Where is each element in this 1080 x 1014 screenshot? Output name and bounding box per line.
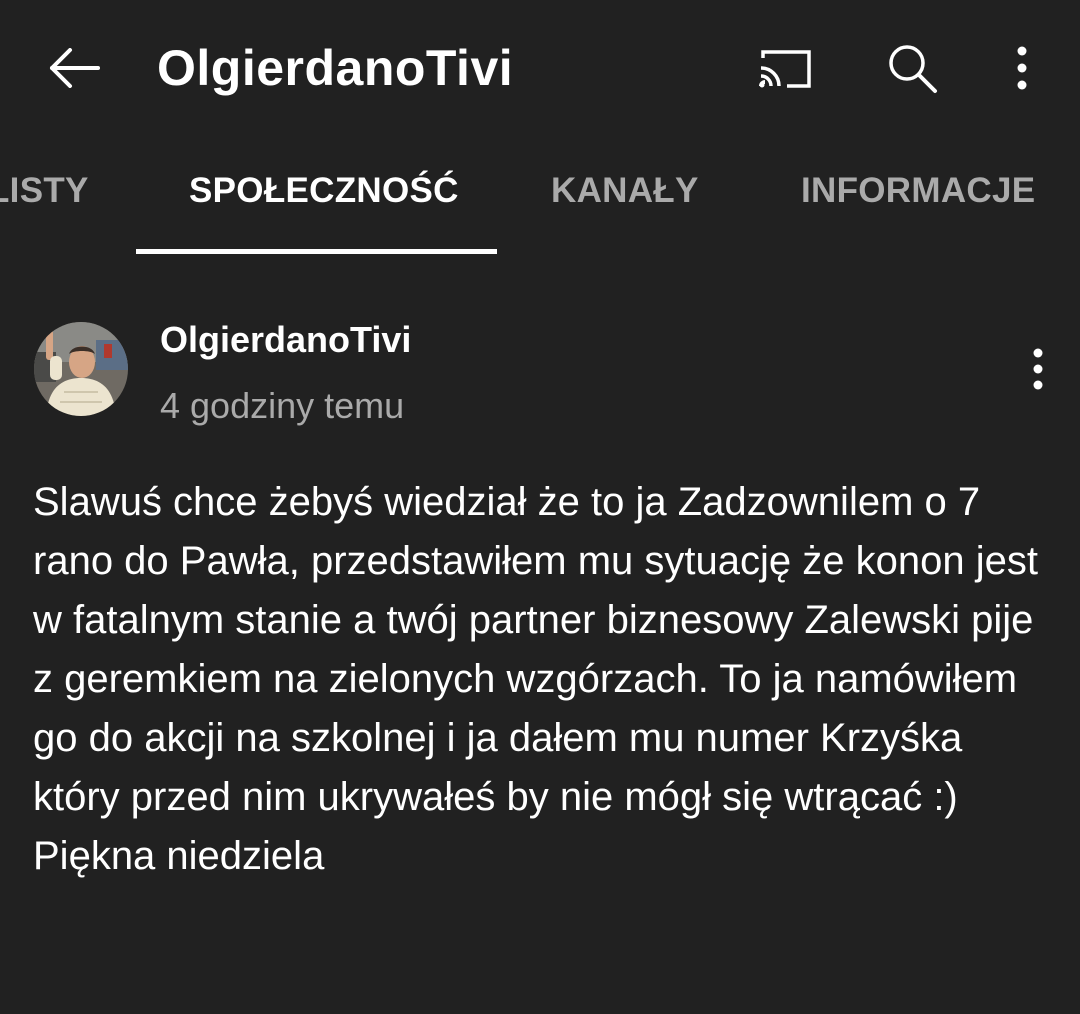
channel-title: OlgierdanoTivi [157,40,514,96]
post-header: OlgierdanoTivi 4 godziny temu [0,300,1080,440]
search-button[interactable] [880,36,944,100]
active-tab-indicator [136,249,497,254]
post-text: Slawuś chce żebyś wiedział że to ja Zadz… [33,480,1038,878]
post-options-button[interactable] [1020,344,1056,394]
avatar[interactable] [34,322,128,416]
cast-icon [759,50,811,88]
more-vertical-icon [1033,348,1043,390]
avatar-image [34,322,128,416]
tab-playlists[interactable]: LISTY [0,171,89,211]
youtube-channel-screen: OlgierdanoTivi LISTY [0,0,1080,1014]
more-options-button[interactable] [1000,38,1044,98]
search-icon [889,45,937,93]
tab-about[interactable]: INFORMACJE [801,171,1035,211]
channel-tabs: LISTY SPOŁECZNOŚĆ KANAŁY INFORMACJE [0,135,1080,255]
arrow-left-icon [50,48,100,88]
top-app-bar: OlgierdanoTivi [0,0,1080,135]
more-vertical-icon [1017,46,1027,90]
post-author[interactable]: OlgierdanoTivi [160,318,411,362]
cast-button[interactable] [752,38,818,98]
tab-channels[interactable]: KANAŁY [551,171,699,211]
post-timestamp: 4 godziny temu [160,385,405,426]
back-button[interactable] [44,38,104,98]
tab-community[interactable]: SPOŁECZNOŚĆ [189,171,459,211]
